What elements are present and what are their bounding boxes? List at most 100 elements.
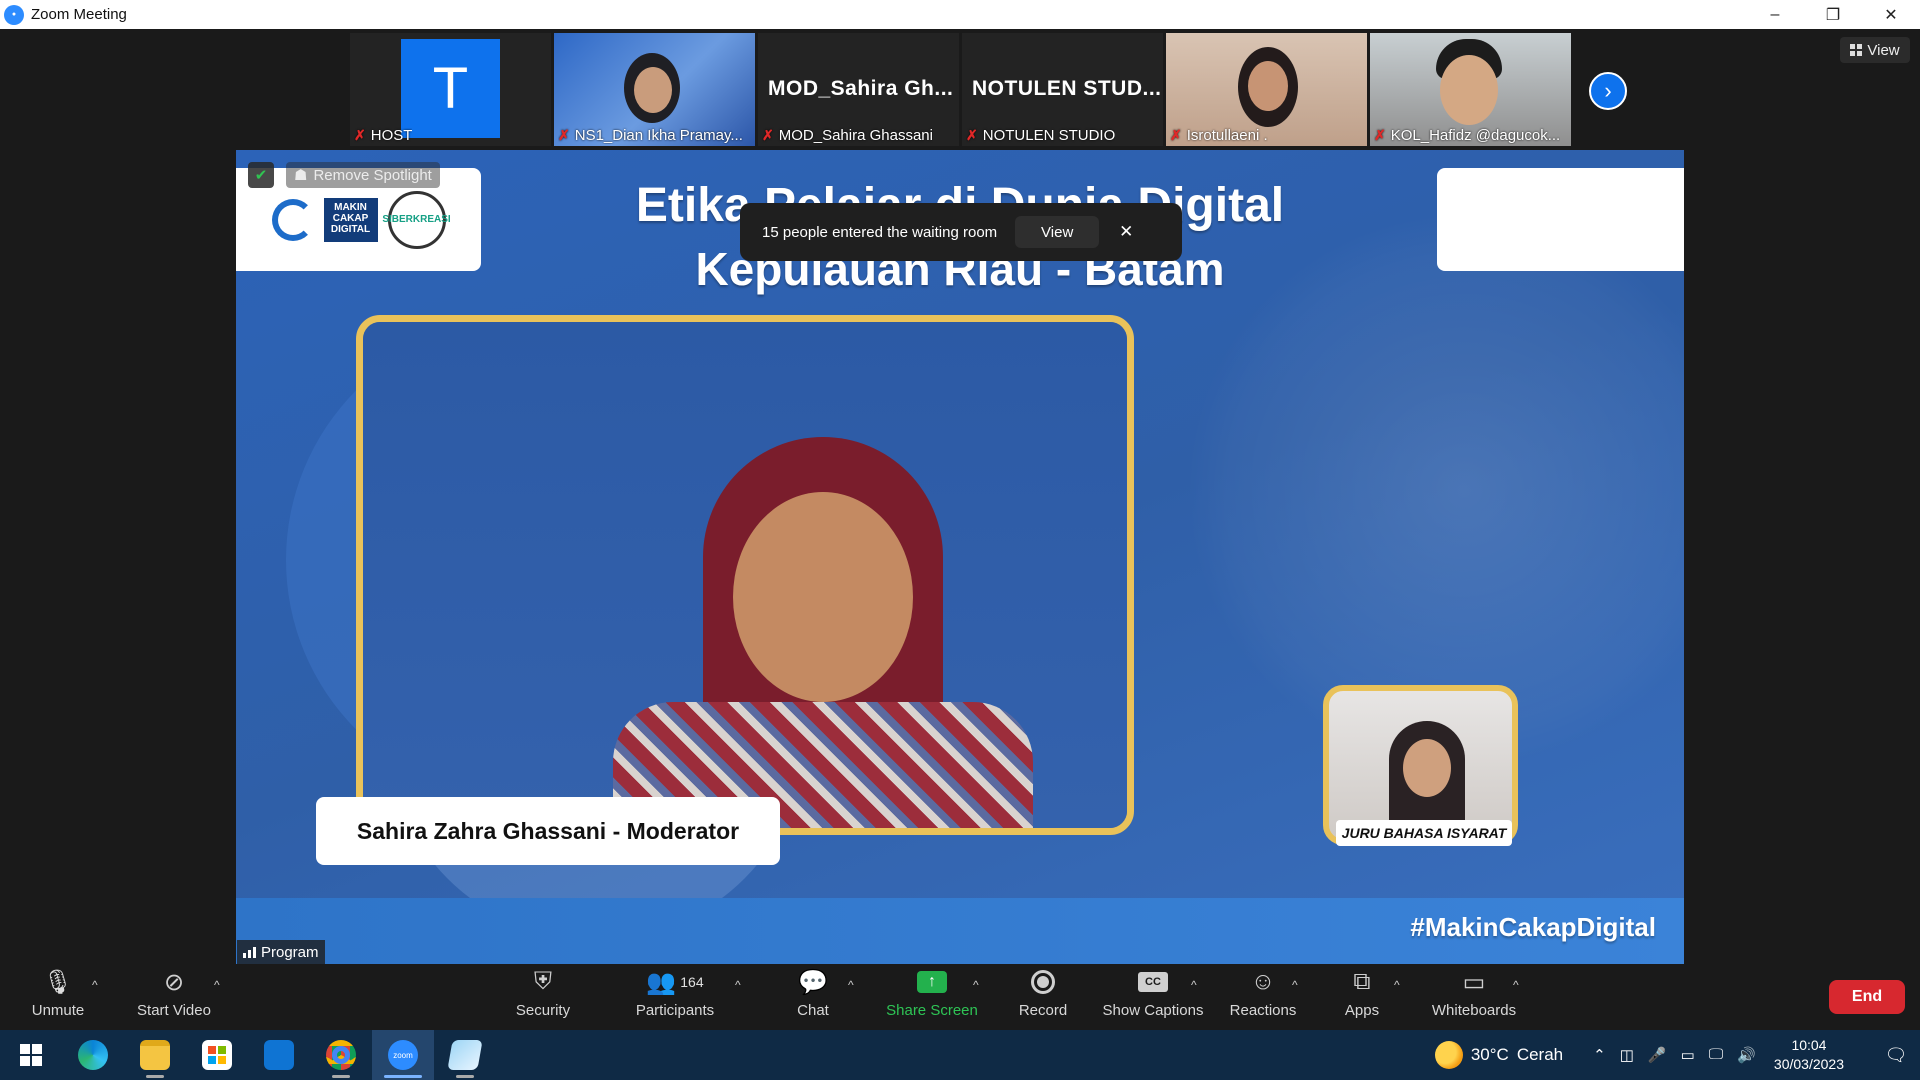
network-icon[interactable]: 🖵 [1709,1046,1723,1064]
participant-name-large: MOD_Sahira Gh... [768,77,954,100]
encryption-shield-icon[interactable]: ✔ [248,162,274,188]
temperature: 30°C [1470,1045,1509,1064]
participant-name: MOD_Sahira Ghassani [778,127,933,144]
shield-icon: ⛨ [534,968,552,995]
taskbar-file-explorer[interactable] [124,1030,186,1080]
clock[interactable]: 10:04 30/03/2023 [1774,1036,1844,1074]
participant-tile-mod[interactable]: MOD_Sahira Gh... ✗ MOD_Sahira Ghassani [758,33,959,146]
program-label: Program [261,943,319,961]
share-caret-icon[interactable]: ^ [973,978,979,992]
view-button[interactable]: View [1840,37,1910,63]
windows-logo-icon [20,1044,42,1066]
meet-now-icon[interactable]: ◫ [1620,1046,1634,1064]
reactions-button[interactable]: ☺ Reactions [1228,964,1298,1030]
taskbar-edge[interactable] [62,1030,124,1080]
presenter-label: Sahira Zahra Ghassani - Moderator [316,797,780,865]
next-page-arrow-icon[interactable]: › [1589,72,1627,110]
interpreter-label: JURU BAHASA ISYARAT [1336,820,1512,846]
battery-icon[interactable]: ▭ [1681,1046,1695,1064]
video-options-caret-icon[interactable]: ^ [214,978,220,992]
security-label: Security [515,1002,571,1019]
notification-center-icon[interactable]: 🗨 [1872,1030,1920,1080]
record-button[interactable]: Record [1016,964,1070,1030]
share-screen-button[interactable]: ↑ Share Screen [884,964,980,1030]
weather-condition: Cerah [1516,1045,1564,1064]
apps-caret-icon[interactable]: ^ [1394,978,1400,992]
participant-tile-kol[interactable]: ✗ KOL_Hafidz @dagucok... [1370,33,1571,146]
whiteboards-caret-icon[interactable]: ^ [1513,978,1519,992]
clock-time: 10:04 [1791,1037,1827,1053]
meeting-toolbar: 🎙 Unmute ^ ⊘ Start Video ^ ⛨ Security 👥 1… [0,964,1920,1030]
participants-button[interactable]: 👥 164 Participants [630,964,720,1030]
chat-caret-icon[interactable]: ^ [848,978,854,992]
participant-name: NS1_Dian Ikha Pramay... [574,127,743,144]
participant-tile-host[interactable]: T ✗ HOST [350,33,551,146]
meeting-area: T ✗ HOST ✗ NS1_Dian Ikha Pramay... MOD_Sah… [0,29,1920,964]
participant-tile-notulen[interactable]: NOTULEN STUD... ✗ NOTULEN STUDIO [962,33,1163,146]
minimize-button[interactable]: – [1746,0,1804,29]
weather-widget[interactable]: 30°C Cerah [1434,1041,1564,1069]
waiting-room-notification: 15 people entered the waiting room View … [740,203,1182,261]
mic-muted-icon: ✗ [1374,127,1386,143]
chrome-icon [326,1040,356,1070]
hashtag: #MakinCakapDigital [1410,912,1656,942]
taskbar-mail[interactable] [248,1030,310,1080]
start-button[interactable] [0,1030,62,1080]
participant-name: KOL_Hafidz @dagucok... [1390,127,1561,144]
taskbar-store[interactable] [186,1030,248,1080]
participant-name: NOTULEN STUDIO [982,127,1116,144]
microphone-icon[interactable]: 🎤 [1648,1046,1667,1064]
participants-caret-icon[interactable]: ^ [735,978,741,992]
chat-label: Chat [797,1002,829,1019]
interpreter-face [1403,739,1451,797]
system-tray: 30°C Cerah ⌃ ◫ 🎤 ▭ 🖵 🔊 10:04 30/03/2023 … [1434,1030,1920,1080]
spotlight-icon: ☗ [294,167,308,184]
participant-tile-isrotullaeni[interactable]: ✗ Isrotullaeni . [1166,33,1367,146]
apps-button[interactable]: ⧉ Apps [1340,964,1384,1030]
waiting-room-view-button[interactable]: View [1015,216,1100,248]
avatar: T [401,39,500,138]
captions-icon: CC [1138,972,1168,992]
taskbar-zoom[interactable]: zoom [372,1030,434,1080]
start-video-label: Start Video [137,1002,211,1019]
participants-label: Participants [635,1002,715,1019]
chat-button[interactable]: 💬 Chat [790,964,836,1030]
window-title: Zoom Meeting [31,6,127,23]
smiley-icon: ☺ [1250,968,1276,995]
show-captions-label: Show Captions [1102,1002,1204,1019]
chevron-up-icon[interactable]: ⌃ [1593,1046,1606,1064]
security-button[interactable]: ⛨ Security [510,964,576,1030]
participants-icon: 👥 164 [646,968,704,996]
close-icon[interactable]: ✕ [1119,222,1133,242]
show-captions-button[interactable]: CC Show Captions [1100,964,1206,1030]
store-icon [202,1040,232,1070]
participant-tile-ns1[interactable]: ✗ NS1_Dian Ikha Pramay... [554,33,755,146]
restore-button[interactable]: ❐ [1804,0,1862,29]
zoom-logo-icon: ● [4,4,24,25]
share-screen-icon: ↑ [917,971,947,993]
volume-icon[interactable]: 🔊 [1737,1046,1756,1064]
mic-muted-icon: ✗ [762,127,774,143]
presenter-face [733,492,913,702]
spotlight-video: MAKIN CAKAP DIGITAL SIBERKREASI Etika Pe… [236,150,1684,964]
remove-spotlight-button[interactable]: ☗ Remove Spotlight [286,162,440,188]
end-meeting-button[interactable]: End [1829,980,1905,1014]
edge-browser-icon [78,1040,108,1070]
unmute-button[interactable]: 🎙 Unmute [28,964,88,1030]
mail-icon [264,1040,294,1070]
participant-name: HOST [370,127,413,144]
notes-icon [447,1040,483,1070]
close-window-button[interactable]: ✕ [1862,0,1920,29]
taskbar-notes[interactable] [434,1030,496,1080]
mic-muted-icon: ✗ [558,127,570,143]
start-video-button[interactable]: ⊘ Start Video [132,964,216,1030]
reactions-caret-icon[interactable]: ^ [1292,978,1298,992]
audio-options-caret-icon[interactable]: ^ [92,978,98,992]
taskbar-chrome[interactable] [310,1030,372,1080]
remove-spotlight-label: Remove Spotlight [313,166,432,184]
whiteboards-button[interactable]: ▭ Whiteboards [1428,964,1520,1030]
record-icon [1031,970,1055,994]
participants-count: 164 [680,974,704,990]
captions-caret-icon[interactable]: ^ [1191,978,1197,992]
whiteboard-icon: ▭ [1462,968,1486,996]
